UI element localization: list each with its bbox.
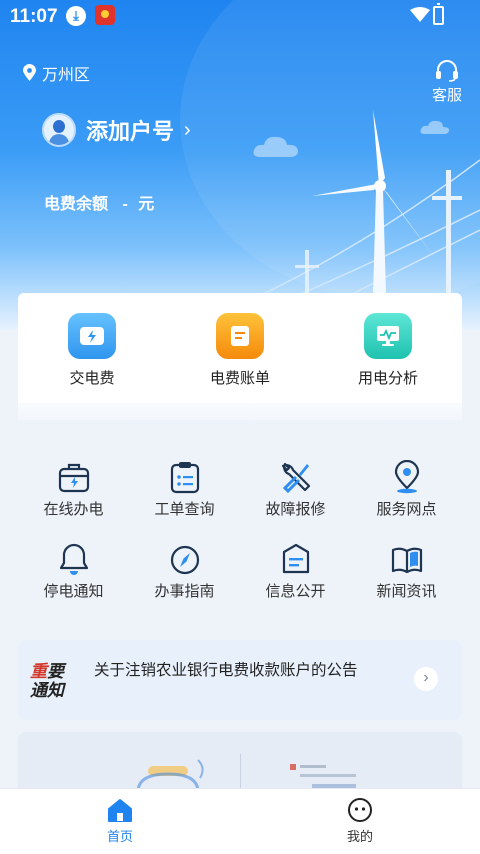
balance-label: 电费余额 — [44, 196, 109, 213]
quick-action-analysis[interactable]: 用电分析 — [333, 313, 443, 403]
tab-mine-label: 我的 — [346, 829, 373, 844]
status-time: 11:07 — [10, 6, 58, 27]
notice-badge-top: 重要 — [30, 662, 64, 681]
hero-header — [0, 0, 480, 330]
service-label: 新闻资讯 — [376, 583, 437, 600]
tab-home-label: 首页 — [106, 829, 133, 844]
promo-hotline-illustration — [136, 759, 204, 792]
location-pin-icon — [23, 64, 36, 81]
tab-mine[interactable]: 我的 — [320, 797, 400, 845]
notice-badge-bottom: 通知 — [30, 681, 64, 700]
banner-divider — [240, 754, 241, 792]
add-account-button[interactable]: 添加户号 › — [42, 113, 191, 147]
quick-action-label: 交电费 — [69, 370, 115, 387]
quick-action-label: 电费账单 — [209, 370, 270, 387]
wallet-lightning-icon — [68, 313, 116, 359]
notice-text: 关于注销农业银行电费收款账户的公告 — [94, 662, 358, 679]
bill-icon — [216, 313, 264, 359]
service-label: 在线办电 — [43, 501, 104, 518]
balance-value: - — [122, 196, 128, 213]
service-label: 信息公开 — [265, 583, 326, 600]
status-bar: 11:07 ⤓ — [0, 0, 480, 34]
quick-action-pay[interactable]: 交电费 — [37, 313, 147, 403]
bottom-navigation: 首页 我的 — [0, 788, 480, 854]
promo-banner[interactable] — [18, 732, 462, 792]
service-label: 服务网点 — [376, 501, 437, 518]
service-guide[interactable]: 办事指南 — [129, 538, 240, 601]
app-notification-icon — [95, 5, 115, 25]
tab-home[interactable]: 首页 — [80, 797, 160, 845]
services-grid: 在线办电 工单查询 故障报修 服务网点 停电通知 办事指南 信息公开 新闻资讯 — [18, 420, 462, 610]
balance-display: 电费余额 - 元 — [44, 190, 154, 214]
open-book-icon — [351, 538, 462, 576]
compass-icon — [129, 538, 240, 576]
location-selector[interactable]: 万州区 — [22, 61, 90, 85]
location-label: 万州区 — [42, 67, 91, 84]
balance-unit: 元 — [138, 196, 155, 213]
notice-badge: 重要 通知 — [30, 662, 76, 700]
service-info-public[interactable]: 信息公开 — [240, 538, 351, 601]
headset-icon — [436, 60, 458, 82]
briefcase-lightning-icon — [18, 456, 129, 494]
map-pin-icon — [351, 456, 462, 494]
tools-icon — [240, 456, 351, 494]
service-repair[interactable]: 故障报修 — [240, 456, 351, 519]
quick-action-label: 用电分析 — [357, 370, 418, 387]
clipboard-list-icon — [129, 456, 240, 494]
wifi-icon — [410, 7, 430, 22]
quick-action-bill[interactable]: 电费账单 — [185, 313, 295, 403]
customer-service-button[interactable]: 客服 — [430, 60, 464, 105]
profile-face-icon — [348, 798, 372, 822]
monitor-chart-icon — [364, 313, 412, 359]
service-label: 停电通知 — [43, 583, 104, 600]
chevron-right-icon[interactable]: › — [414, 667, 438, 691]
bell-icon — [18, 538, 129, 576]
notice-banner[interactable]: 重要 通知 关于注销农业银行电费收款账户的公告 › — [18, 640, 462, 720]
service-outlets[interactable]: 服务网点 — [351, 456, 462, 519]
avatar — [42, 113, 76, 147]
add-account-label: 添加户号 — [86, 119, 175, 144]
download-icon: ⤓ — [66, 6, 86, 26]
service-label: 办事指南 — [154, 583, 215, 600]
customer-service-label: 客服 — [431, 87, 462, 104]
service-label: 故障报修 — [265, 501, 326, 518]
cloud-decoration — [253, 136, 298, 157]
service-news[interactable]: 新闻资讯 — [351, 538, 462, 601]
service-online-apply[interactable]: 在线办电 — [18, 456, 129, 519]
service-work-order[interactable]: 工单查询 — [129, 456, 240, 519]
service-label: 工单查询 — [154, 501, 215, 518]
info-board-icon — [240, 538, 351, 576]
cloud-decoration — [420, 120, 450, 134]
service-outage-notice[interactable]: 停电通知 — [18, 538, 129, 601]
chevron-right-icon: › — [184, 118, 191, 141]
home-icon — [108, 799, 132, 822]
battery-icon — [433, 3, 444, 25]
quick-actions-card: 交电费 电费账单 用电分析 — [18, 293, 462, 403]
